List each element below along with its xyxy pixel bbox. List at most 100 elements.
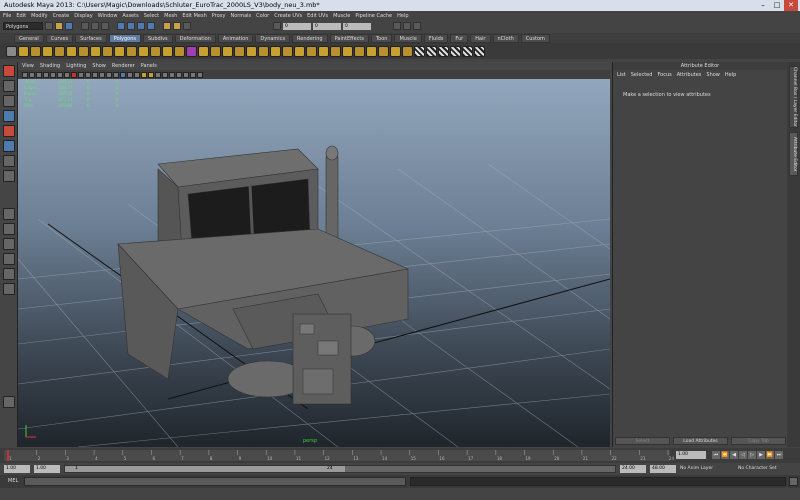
extrude-icon[interactable] [246,45,257,57]
input-line-mode-icon[interactable] [273,22,281,30]
snap-curve-icon[interactable] [127,22,135,30]
smooth-shade-icon[interactable] [120,71,126,78]
shelf-tab-animation[interactable]: Animation [217,33,254,43]
smooth-icon[interactable] [186,45,197,57]
motion-blur-icon[interactable] [162,71,168,78]
boolean-union-icon[interactable] [210,45,221,57]
menu-pipeline-cache[interactable]: Pipeline Cache [355,13,392,19]
attr-menu-attributes[interactable]: Attributes [677,72,702,78]
shelf-tab-fluids[interactable]: Fluids [423,33,449,43]
layout-persp-graph-icon[interactable] [3,253,15,265]
panel-menu-show[interactable]: Show [92,63,106,69]
copy-tab-button[interactable]: Copy Tab [731,437,786,445]
anti-aliasing-icon[interactable] [169,71,175,78]
shadows-icon[interactable] [148,71,154,78]
resolution-gate-icon[interactable] [78,71,84,78]
panel-menu-lighting[interactable]: Lighting [66,63,86,69]
playback-end-field[interactable]: 24.00 [620,465,646,473]
shelf-tab-hair[interactable]: Hair [470,33,491,43]
toggle-tool-settings-icon[interactable] [403,22,411,30]
current-time-marker[interactable] [7,450,9,461]
minimize-button[interactable]: – [756,0,770,11]
move-tool-icon[interactable] [3,110,15,122]
poly-prism-icon[interactable] [90,45,101,57]
script-editor-icon[interactable] [3,396,15,408]
poly-torus-icon[interactable] [78,45,89,57]
chamfer-icon[interactable] [378,45,389,57]
character-set-dropdown[interactable]: No Character Set [738,465,796,473]
menu-edit[interactable]: Edit [16,13,26,19]
command-input[interactable] [24,477,406,486]
safe-title-icon[interactable] [106,71,112,78]
go-to-start-icon[interactable]: ⏮ [712,451,720,459]
wireframe-icon[interactable] [113,71,119,78]
play-backwards-icon[interactable]: ◁ [739,451,747,459]
menu-file[interactable]: File [3,13,11,19]
fill-hole-icon[interactable] [282,45,293,57]
append-polygon-icon[interactable] [270,45,281,57]
menu-assets[interactable]: Assets [122,13,138,19]
anim-layer-dropdown[interactable]: No Anim Layer [680,465,732,473]
ipr-render-icon[interactable] [173,22,181,30]
shelf-tab-custom[interactable]: Custom [520,33,550,43]
tab-attribute-editor[interactable]: Attribute Editor [789,132,798,176]
panel-menu-view[interactable]: View [22,63,34,69]
wedge-icon[interactable] [354,45,365,57]
input-field-x[interactable]: 0 [283,22,311,30]
load-attributes-button[interactable]: Load Attributes [673,437,728,445]
layout-four-view-icon[interactable] [3,223,15,235]
boolean-difference-icon[interactable] [222,45,233,57]
poly-helix-icon[interactable] [126,45,137,57]
menu-normals[interactable]: Normals [230,13,251,19]
two-d-pan-zoom-icon[interactable] [50,71,56,78]
attr-menu-list[interactable]: List [617,72,626,78]
select-component-icon[interactable] [101,22,109,30]
snap-point-icon[interactable] [137,22,145,30]
menu-set-dropdown[interactable]: Polygons [3,22,43,30]
tab-channel-box-layer-editor[interactable]: Channel Box / Layer Editor [789,66,798,128]
shelf-tab-fur[interactable]: Fur [450,33,469,43]
gate-mask-icon[interactable] [85,71,91,78]
menu-help[interactable]: Help [397,13,408,19]
manipulator-tool-icon[interactable] [3,155,15,167]
rotate-tool-icon[interactable] [3,125,15,137]
mel-label[interactable]: MEL [8,478,18,484]
start-time-field[interactable]: 1.00 [4,465,30,473]
paint-select-icon[interactable] [3,95,15,107]
attr-menu-help[interactable]: Help [725,72,736,78]
last-tool-icon[interactable] [3,170,15,182]
xray-joints-icon[interactable] [197,71,203,78]
quadrangulate-icon[interactable] [402,45,413,57]
insert-edge-loop-icon[interactable] [306,45,317,57]
script-editor-button[interactable] [789,477,798,486]
tractor-model[interactable] [117,145,410,405]
menu-edit-uvs[interactable]: Edit UVs [307,13,328,19]
select-button[interactable]: Select [615,437,670,445]
shelf-tab-deformation[interactable]: Deformation [174,33,216,43]
poke-icon[interactable] [366,45,377,57]
menu-edit-mesh[interactable]: Edit Mesh [182,13,206,19]
select-object-icon[interactable] [91,22,99,30]
uv-cylindrical-icon[interactable] [438,45,449,57]
separate-icon[interactable] [174,45,185,57]
current-frame-field[interactable]: 1.00 [676,451,706,459]
poly-cylinder-icon[interactable] [42,45,53,57]
poly-cube-icon[interactable] [30,45,41,57]
toggle-channel-box-icon[interactable] [413,22,421,30]
open-scene-icon[interactable] [55,22,63,30]
poly-platonic-icon[interactable] [150,45,161,57]
input-field-z[interactable]: 0 [343,22,371,30]
depth-of-field-icon[interactable] [176,71,182,78]
shelf-tab-subdivs[interactable]: Subdivs [143,33,173,43]
grid-toggle-icon[interactable] [64,71,70,78]
bookmarks-icon[interactable] [36,71,42,78]
step-forward-frame-icon[interactable]: ▶ [757,451,765,459]
menu-modify[interactable]: Modify [31,13,48,19]
shelf-menu-icon[interactable] [6,45,17,57]
select-hierarchy-icon[interactable] [81,22,89,30]
wireframe-on-shaded-icon[interactable] [127,71,133,78]
shelf-tab-muscle[interactable]: Muscle [394,33,422,43]
snap-surface-icon[interactable] [147,22,155,30]
input-field-y[interactable]: 0 [313,22,341,30]
image-plane-icon[interactable] [43,71,49,78]
